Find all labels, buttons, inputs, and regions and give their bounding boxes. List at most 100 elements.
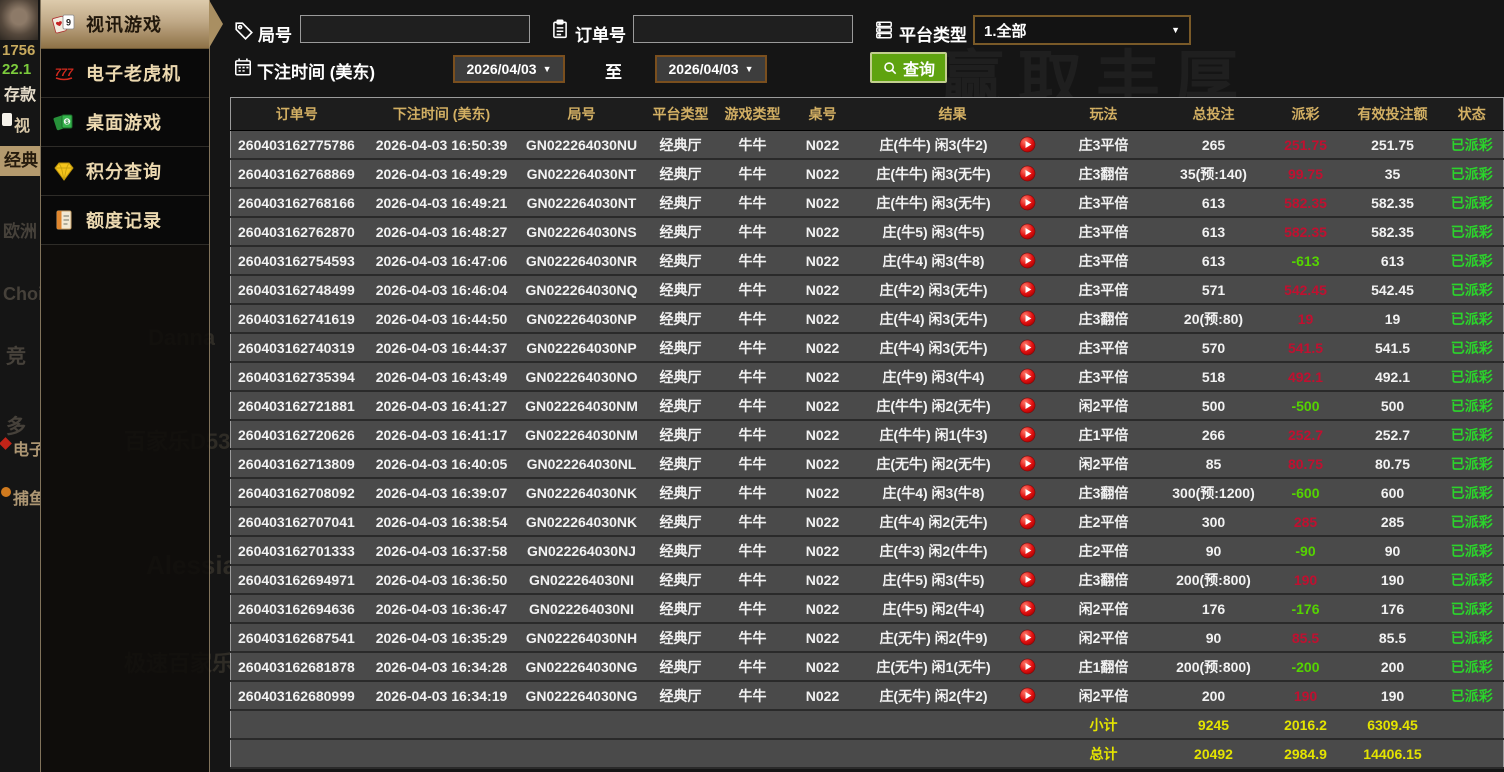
cell-payout: 80.75 [1266, 449, 1345, 479]
cell-result: 庄(无牛) 闲2(牛9) [858, 623, 1009, 653]
cell-result: 庄(无牛) 闲2(无牛) [858, 449, 1009, 479]
replay-button[interactable] [1008, 333, 1047, 363]
cell-result: 庄(牛2) 闲3(无牛) [858, 275, 1009, 305]
replay-button[interactable] [1008, 362, 1047, 392]
cell-bet-type: 庄3平倍 [1046, 333, 1161, 363]
order-input[interactable] [633, 15, 853, 43]
cell-payout: 252.7 [1266, 420, 1345, 450]
cell-result: 庄(牛5) 闲3(牛5) [858, 217, 1009, 247]
cell-order: 260403162694636 [230, 594, 363, 624]
cell-bet-type: 庄1翻倍 [1046, 652, 1161, 682]
replay-button[interactable] [1008, 507, 1047, 537]
nav-multi[interactable]: 多 [6, 410, 40, 439]
cell-time: 2026-04-03 16:34:28 [362, 652, 521, 682]
cell-total-bet: 35(预:140) [1160, 159, 1267, 189]
bet-table-body: 260403162775786 2026-04-03 16:50:39 GN0222… [230, 130, 1504, 711]
nav-classic[interactable]: 经典 [0, 146, 40, 176]
replay-button[interactable] [1008, 130, 1047, 160]
cell-order: 260403162708092 [230, 478, 363, 508]
replay-button[interactable] [1008, 188, 1047, 218]
cell-game: 牛牛 [718, 449, 787, 479]
cell-payout: 190 [1266, 565, 1345, 595]
replay-button[interactable] [1008, 565, 1047, 595]
cell-result: 庄(牛牛) 闲1(牛3) [858, 420, 1009, 450]
cell-bet-type: 庄3翻倍 [1046, 159, 1161, 189]
nav-egame[interactable]: 电子游戏 [13, 436, 40, 460]
grand-total-label: 总计 [1046, 739, 1161, 769]
deposit-link[interactable]: 存款 [4, 81, 40, 105]
play-icon [1019, 514, 1036, 530]
menu-item-table-games[interactable]: $ 桌面游戏 [41, 98, 209, 147]
replay-button[interactable] [1008, 478, 1047, 508]
replay-button[interactable] [1008, 536, 1047, 566]
nav-europe[interactable]: 欧洲 [3, 217, 40, 242]
cell-valid-bet: 541.5 [1344, 333, 1441, 363]
table-row: 260403162740319 2026-04-03 16:44:37 GN0222… [230, 333, 1504, 363]
cell-table-no: N022 [786, 333, 859, 363]
date-to-picker[interactable]: 2026/04/03 ▼ [655, 55, 767, 83]
platform-select[interactable]: 1.全部 ▼ [973, 15, 1191, 45]
cell-table-no: N022 [786, 159, 859, 189]
cell-payout: 19 [1266, 304, 1345, 334]
chevron-down-icon: ▼ [744, 64, 754, 74]
cell-valid-bet: 35 [1344, 159, 1441, 189]
replay-button[interactable] [1008, 420, 1047, 450]
cell-status: 已派彩 [1440, 130, 1504, 160]
play-icon [1019, 282, 1036, 298]
replay-button[interactable] [1008, 623, 1047, 653]
cell-payout: 582.35 [1266, 188, 1345, 218]
cell-order: 260403162687541 [230, 623, 363, 653]
nav-sport[interactable]: 竞 [6, 340, 40, 369]
order-clipboard-icon [553, 19, 567, 39]
replay-button[interactable] [1008, 681, 1047, 711]
round-input[interactable] [300, 15, 530, 43]
cell-total-bet: 200(预:800) [1160, 652, 1267, 682]
grand-total-row: 总计 20492 2984.9 14406.15 [230, 739, 1504, 769]
replay-button[interactable] [1008, 246, 1047, 276]
menu-item-slots[interactable]: 777 电子老虎机 [41, 49, 209, 98]
cell-platform: 经典厅 [642, 623, 719, 653]
cell-order: 260403162701333 [230, 536, 363, 566]
nav-choice[interactable]: Choice [3, 284, 40, 305]
nav-fishing[interactable]: 捕鱼王 [13, 485, 40, 509]
balance-green: 22.1 [2, 61, 32, 78]
table-row: 260403162687541 2026-04-03 16:35:29 GN0222… [230, 623, 1504, 653]
nav-video[interactable]: 视 [14, 112, 40, 136]
replay-button[interactable] [1008, 652, 1047, 682]
menu-item-credit-records[interactable]: 额度记录 [41, 196, 209, 245]
bet-time-label: 下注时间 (美东) [257, 63, 376, 82]
subtotal-total-bet: 9245 [1160, 710, 1267, 740]
cell-game: 牛牛 [718, 565, 787, 595]
header-status: 状态 [1440, 97, 1504, 131]
replay-button[interactable] [1008, 275, 1047, 305]
cell-total-bet: 613 [1160, 188, 1267, 218]
cell-total-bet: 266 [1160, 420, 1267, 450]
table-row: 260403162680999 2026-04-03 16:34:19 GN0222… [230, 681, 1504, 711]
replay-button[interactable] [1008, 159, 1047, 189]
search-button[interactable]: 查询 [870, 52, 948, 83]
date-from-picker[interactable]: 2026/04/03 ▼ [453, 55, 565, 83]
menu-item-points[interactable]: 积分查询 [41, 147, 209, 196]
replay-button[interactable] [1008, 391, 1047, 421]
replay-button[interactable] [1008, 217, 1047, 247]
header-round: 局号 [520, 97, 643, 131]
play-icon [1019, 311, 1036, 327]
table-row: 260403162694636 2026-04-03 16:36:47 GN0222… [230, 594, 1504, 624]
records-menu: 9 视讯游戏 777 电子老虎机 $ 桌面游戏 积分查询 额度记录 [40, 0, 223, 772]
replay-button[interactable] [1008, 304, 1047, 334]
cell-game: 牛牛 [718, 478, 787, 508]
cell-bet-type: 庄2平倍 [1046, 536, 1161, 566]
cell-time: 2026-04-03 16:44:37 [362, 333, 521, 363]
replay-button[interactable] [1008, 449, 1047, 479]
cell-table-no: N022 [786, 217, 859, 247]
play-icon [1019, 398, 1036, 414]
header-platform: 平台类型 [642, 97, 719, 131]
cell-status: 已派彩 [1440, 188, 1504, 218]
cell-order: 260403162681878 [230, 652, 363, 682]
replay-button[interactable] [1008, 594, 1047, 624]
cell-valid-bet: 582.35 [1344, 217, 1441, 247]
menu-item-live-games[interactable]: 9 视讯游戏 [41, 0, 223, 49]
round-label: 局号 [258, 26, 292, 45]
header-order: 订单号 [230, 97, 363, 131]
cell-status: 已派彩 [1440, 246, 1504, 276]
